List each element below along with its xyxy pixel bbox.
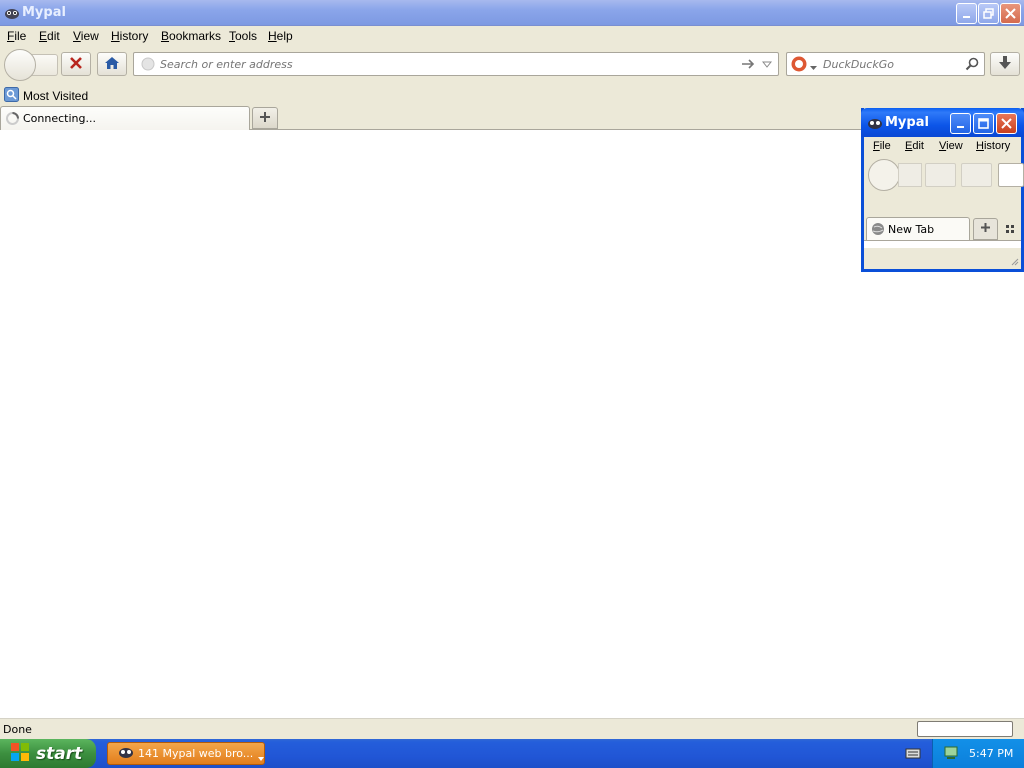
start-button[interactable]: start [0,739,96,768]
menu-help[interactable]: Help [268,29,293,43]
menu-edit[interactable]: Edit [39,29,60,43]
back-button[interactable] [4,49,36,81]
home-button[interactable] [97,52,127,76]
progress-meter [917,721,1013,737]
status-bar: Done [0,718,1024,739]
status-text: Done [3,723,32,736]
close-button[interactable] [1000,3,1021,24]
popup-tab-new-tab[interactable]: New Tab [866,217,970,240]
popup-menu-file[interactable]: File [873,140,891,152]
popup-back-button[interactable] [868,159,900,191]
duckduckgo-icon[interactable] [791,56,807,75]
menu-view[interactable]: View [73,29,99,43]
loading-spinner-icon [5,111,20,129]
minimize-button[interactable] [956,3,977,24]
popup-titlebar[interactable]: Mypal [861,108,1024,137]
taskbar-mypal-button[interactable]: 141 Mypal web bro... [107,742,265,765]
taskbar: start 141 Mypal web bro... 5:47 PM [0,739,1024,768]
navigation-toolbar [0,46,1024,84]
popup-menu-history[interactable]: History [976,140,1010,152]
menu-bookmarks[interactable]: Bookmarks [161,29,221,43]
popup-tab-label: New Tab [888,223,935,236]
menu-history[interactable]: History [111,29,148,43]
search-icon[interactable] [965,57,979,74]
popup-url-bar[interactable] [998,163,1024,187]
search-input[interactable] [823,56,953,72]
popup-plus-icon [980,222,991,236]
popup-globe-icon [871,222,885,239]
downloads-button[interactable] [990,52,1020,76]
globe-icon [141,57,155,74]
bookmark-most-visited[interactable]: Most Visited [4,87,88,105]
search-bar[interactable] [786,52,985,76]
bookmarks-toolbar: Most Visited [0,84,1024,106]
popup-close-button[interactable] [996,113,1017,134]
stop-icon [69,56,83,73]
engine-dropdown-icon[interactable] [810,62,817,74]
history-dropdown-icon[interactable] [761,60,773,72]
popup-window[interactable]: Mypal File Edit View History New Tab [861,108,1024,272]
url-input[interactable] [160,56,720,72]
network-icon[interactable] [943,745,959,764]
group-dropdown-icon [258,752,264,764]
resize-grip-icon[interactable] [1009,256,1019,269]
bookmark-label: Most Visited [23,89,89,103]
popup-menu-edit[interactable]: Edit [905,140,924,152]
popup-app-icon [867,115,883,134]
tab-connecting[interactable]: Connecting... [0,106,250,130]
popup-maximize-button[interactable] [973,113,994,134]
popup-home-button[interactable] [961,163,992,187]
plus-icon [259,111,271,126]
new-tab-button[interactable] [252,107,278,129]
menu-file[interactable]: File [7,29,26,43]
taskbar-mypal-icon [118,744,134,763]
home-icon [104,56,120,73]
start-label: start [36,743,83,764]
popup-tab-list-icon[interactable] [1006,225,1015,237]
main-window-titlebar[interactable]: Mypal [0,0,1024,26]
restore-button[interactable] [978,3,999,24]
stop-button[interactable] [61,52,91,76]
popup-forward-button[interactable] [898,163,922,187]
tab-label: Connecting... [23,112,96,125]
url-bar[interactable] [133,52,779,76]
menu-tools[interactable]: Tools [229,29,257,43]
menu-bar: File Edit View History Bookmarks Tools H… [0,26,1024,46]
keyboard-icon[interactable] [905,746,921,763]
popup-minimize-button[interactable] [950,113,971,134]
window-title: Mypal [22,5,66,20]
popup-new-tab-button[interactable] [973,218,998,240]
popup-content[interactable] [864,240,1021,248]
system-tray: 5:47 PM [932,739,1024,768]
download-arrow-icon [998,55,1012,74]
popup-title: Mypal [885,115,929,130]
go-arrow-icon[interactable] [741,57,755,74]
popup-stop-button[interactable] [925,163,956,187]
popup-menu-view[interactable]: View [939,140,963,152]
clock[interactable]: 5:47 PM [969,747,1013,760]
taskbar-mypal-label: 141 Mypal web bro... [138,747,254,760]
bookmark-folder-icon [4,87,19,105]
mypal-app-icon [4,5,20,21]
windows-logo-icon [10,742,30,765]
